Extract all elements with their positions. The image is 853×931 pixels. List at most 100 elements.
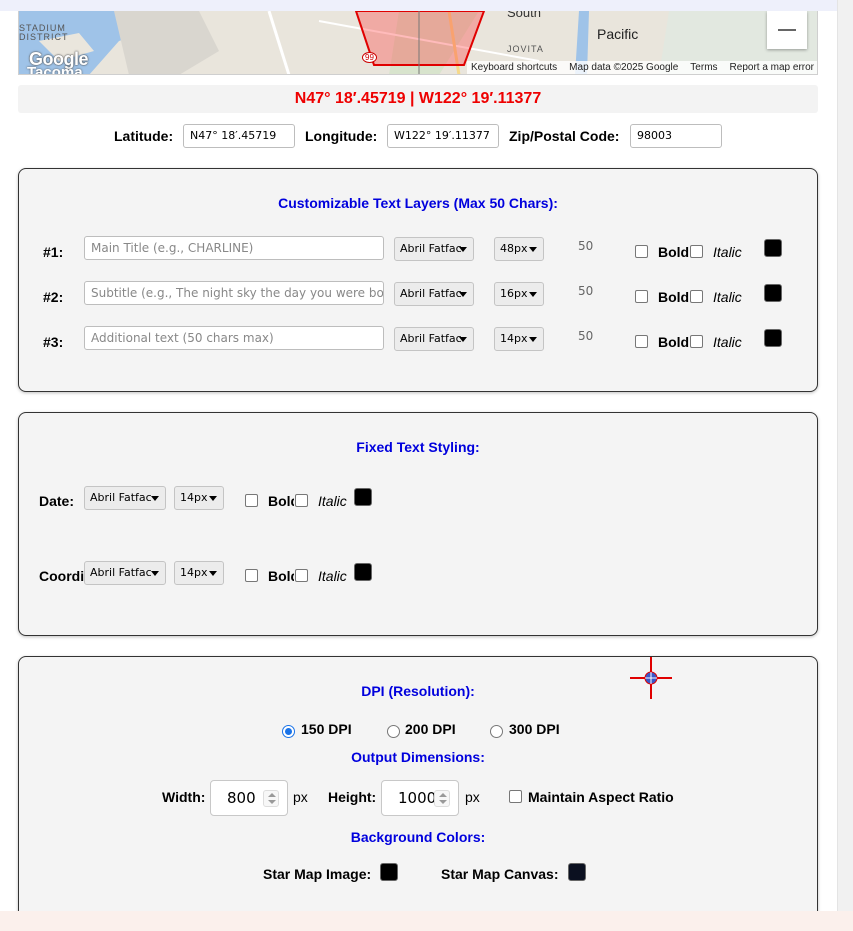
terms-link[interactable]: Terms <box>690 62 717 74</box>
layer-2-char-count: 50 <box>578 284 594 298</box>
dpi-title: DPI (Resolution): <box>361 683 475 699</box>
dpi-300-radio[interactable] <box>490 725 503 738</box>
coordinates-font-select[interactable]: Abril Fatfac <box>84 561 166 585</box>
layer-2-size-select[interactable]: 16px <box>494 282 544 306</box>
latitude-input[interactable]: N47° 18′.45719 <box>183 124 295 148</box>
layer-1-label: #1: <box>43 244 64 260</box>
chevron-down-icon <box>209 496 217 501</box>
longitude-input[interactable]: W122° 19′.11377 <box>387 124 499 148</box>
date-italic-label: Italic <box>318 493 347 509</box>
map-data-text: Map data ©2025 Google <box>569 62 679 73</box>
layer-2-size-value: 16px <box>500 287 528 300</box>
zip-input[interactable]: 98003 <box>630 124 722 148</box>
date-size-value: 14px <box>180 491 208 504</box>
map-label-tacoma: Tacoma <box>27 64 83 75</box>
star-map-image-color-swatch[interactable] <box>380 863 398 881</box>
layer-1-size-select[interactable]: 48px <box>494 237 544 261</box>
layer-2-font-select[interactable]: Abril Fatfac <box>394 282 474 306</box>
layer-3-text-input[interactable]: Additional text (50 chars max) <box>84 326 384 350</box>
location-map[interactable]: STADIUM DISTRICT South JOVITA Pacific 99… <box>18 11 818 75</box>
width-label: Width: <box>162 789 206 805</box>
dimensions-title: Output Dimensions: <box>351 749 485 765</box>
map-attribution: Keyboard shortcuts Map data ©2025 Google… <box>467 61 817 74</box>
layer-1-color-swatch[interactable] <box>764 239 782 257</box>
date-font-select[interactable]: Abril Fatfac <box>84 486 166 510</box>
coordinates-color-swatch[interactable] <box>354 563 372 581</box>
layer-3-bold-checkbox[interactable] <box>635 335 648 348</box>
height-input[interactable]: 1000 <box>381 780 459 816</box>
layer-3-size-select[interactable]: 14px <box>494 327 544 351</box>
map-zoom-out-button[interactable] <box>767 11 807 49</box>
layer-1-italic-label: Italic <box>713 244 742 260</box>
layer-2-italic-checkbox[interactable] <box>690 290 703 303</box>
maintain-aspect-label: Maintain Aspect Ratio <box>528 789 674 805</box>
maintain-aspect-checkbox[interactable] <box>509 790 522 803</box>
coordinates-size-value: 14px <box>180 566 208 579</box>
date-color-swatch[interactable] <box>354 488 372 506</box>
layer-3-font-select[interactable]: Abril Fatfac <box>394 327 474 351</box>
coordinates-font-value: Abril Fatfac <box>90 566 152 579</box>
chevron-down-icon <box>209 571 217 576</box>
zip-label: Zip/Postal Code: <box>509 128 620 144</box>
layer-1-char-count: 50 <box>578 239 594 253</box>
fixed-text-title: Fixed Text Styling: <box>356 439 480 455</box>
layer-1-text-input[interactable]: Main Title (e.g., CHARLINE) <box>84 236 384 260</box>
height-label: Height: <box>328 789 377 805</box>
chevron-down-icon <box>151 496 159 501</box>
layer-3-char-count: 50 <box>578 329 594 343</box>
date-italic-checkbox[interactable] <box>295 494 308 507</box>
coordinates-bold-checkbox[interactable] <box>245 569 258 582</box>
layer-3-italic-checkbox[interactable] <box>690 335 703 348</box>
dpi-150-label: 150 DPI <box>301 721 352 737</box>
date-size-select[interactable]: 14px <box>174 486 224 510</box>
layer-1-font-value: Abril Fatfac <box>400 242 462 255</box>
layer-3-color-swatch[interactable] <box>764 329 782 347</box>
star-map-image-label: Star Map Image: <box>263 866 372 882</box>
coordinates-size-select[interactable]: 14px <box>174 561 224 585</box>
star-map-canvas-color-swatch[interactable] <box>568 863 586 881</box>
background-colors-title: Background Colors: <box>350 829 486 845</box>
layer-2-label: #2: <box>43 289 64 305</box>
dpi-200-radio[interactable] <box>387 725 400 738</box>
layer-2-text-input[interactable]: Subtitle (e.g., The night sky the day yo… <box>84 281 384 305</box>
layer-2-bold-checkbox[interactable] <box>635 290 648 303</box>
map-label-pacific: Pacific <box>597 26 639 42</box>
text-layers-panel: Customizable Text Layers (Max 50 Chars):… <box>18 168 818 392</box>
spinner-icon[interactable] <box>434 790 450 807</box>
keyboard-shortcuts-link[interactable]: Keyboard shortcuts <box>471 62 557 74</box>
chevron-down-icon <box>529 292 537 297</box>
browser-top-strip <box>0 0 853 11</box>
coordinates-display: N47° 18′.45719 | W122° 19′.11377 <box>18 85 818 113</box>
spinner-icon[interactable] <box>263 790 279 807</box>
layer-1-bold-checkbox[interactable] <box>635 245 648 258</box>
layer-1-italic-checkbox[interactable] <box>690 245 703 258</box>
layer-3-label: #3: <box>43 334 64 350</box>
coordinates-label: Coordinates: <box>39 568 85 584</box>
bottom-strip <box>0 911 853 931</box>
width-input[interactable]: 800 <box>210 780 288 816</box>
chevron-down-icon <box>459 247 467 252</box>
date-bold-checkbox[interactable] <box>245 494 258 507</box>
map-label-district: DISTRICT <box>19 32 69 42</box>
dpi-150-radio[interactable] <box>282 725 295 738</box>
coordinates-bold-label: Bold <box>268 568 294 584</box>
text-layers-title: Customizable Text Layers (Max 50 Chars): <box>278 195 558 211</box>
chevron-down-icon <box>529 247 537 252</box>
report-map-error-link[interactable]: Report a map error <box>730 62 814 74</box>
minus-icon <box>778 29 796 31</box>
height-unit: px <box>465 789 480 805</box>
coordinates-italic-checkbox[interactable] <box>295 569 308 582</box>
layer-2-color-swatch[interactable] <box>764 284 782 302</box>
layer-2-italic-label: Italic <box>713 289 742 305</box>
date-label: Date: <box>39 493 75 509</box>
page-scrollbar[interactable] <box>837 0 853 911</box>
layer-1-size-value: 48px <box>500 242 528 255</box>
height-value: 1000 <box>398 789 437 807</box>
star-map-canvas-label: Star Map Canvas: <box>441 866 559 882</box>
layer-1-font-select[interactable]: Abril Fatfac <box>394 237 474 261</box>
width-unit: px <box>293 789 308 805</box>
chevron-down-icon <box>529 337 537 342</box>
latitude-label: Latitude: <box>114 128 174 144</box>
highway-shield-icon: 99 <box>362 52 377 63</box>
longitude-label: Longitude: <box>305 128 378 144</box>
